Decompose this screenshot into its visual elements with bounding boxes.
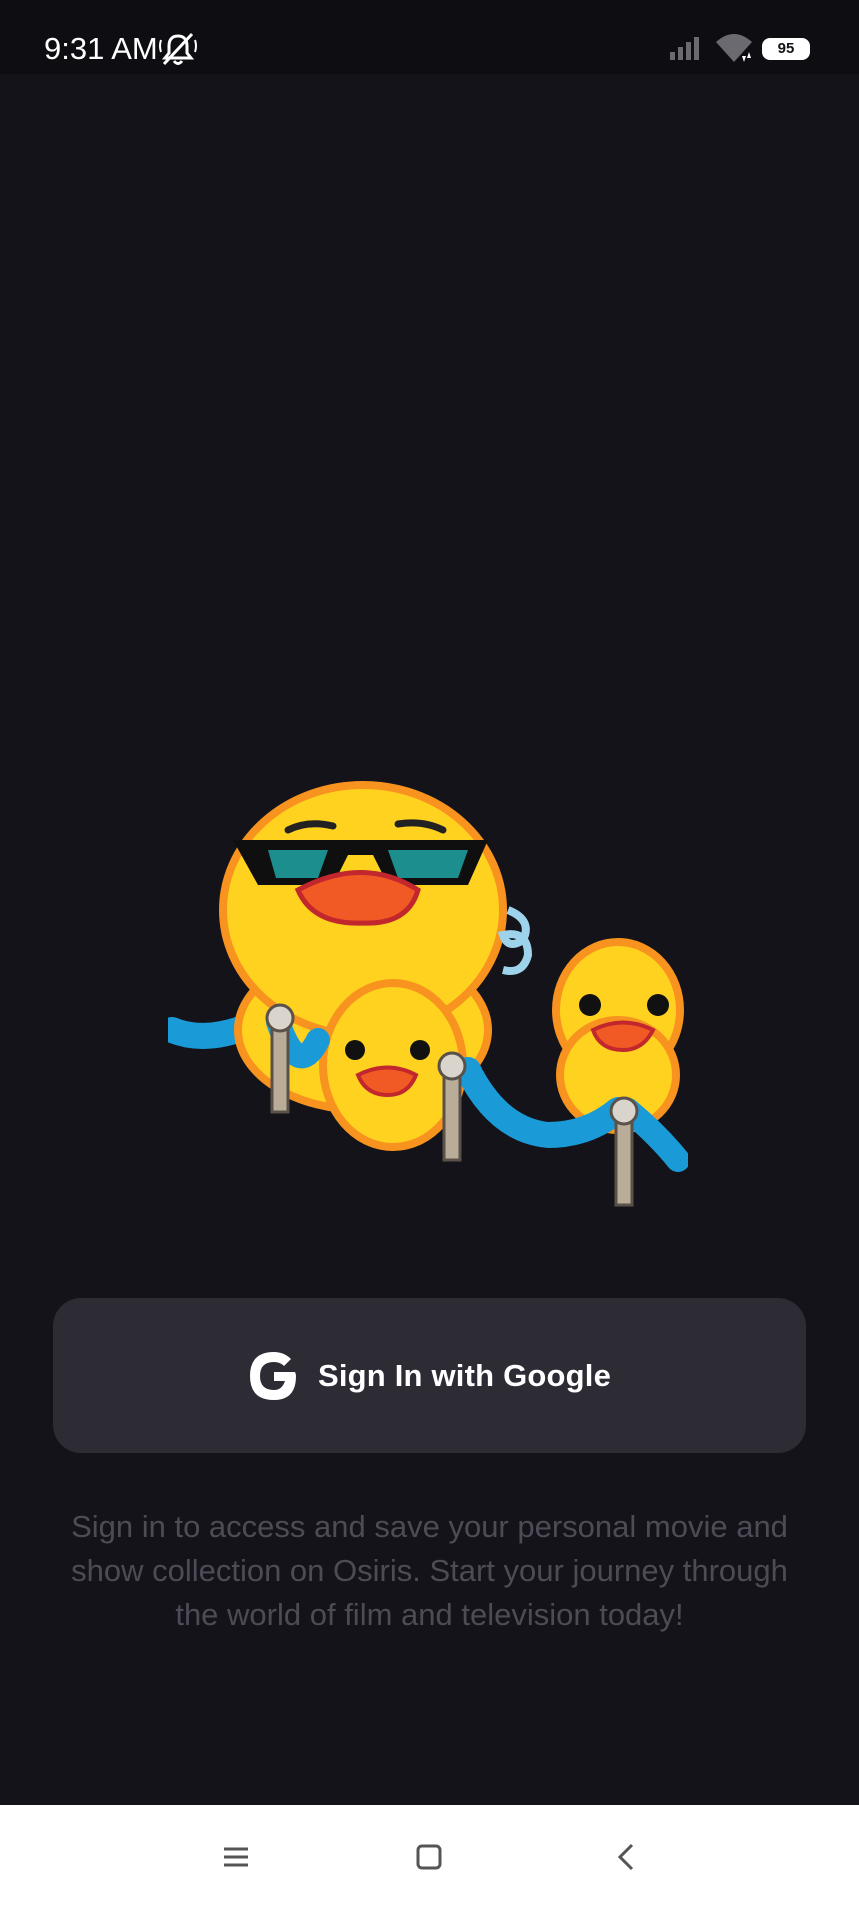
sign-in-with-google-button[interactable]: Sign In with Google [53,1298,806,1453]
sign-in-button-label: Sign In with Google [317,1357,612,1393]
battery-icon: 95 [762,38,810,60]
sign-in-screen: 9:31 AM 95 Sign In with Google Sign in t… [0,0,859,1908]
sign-in-description: Sign in to access and save your personal… [71,1509,788,1632]
cool-ducks-illustration [168,781,688,1207]
battery-level: 95 [777,40,795,57]
wifi-icon [716,34,752,62]
back-icon[interactable] [604,1835,648,1879]
menu-icon[interactable] [214,1835,258,1879]
signal-icon [670,37,699,60]
navigation-bar [0,1805,859,1908]
notifications-muted-icon [159,32,197,66]
home-icon[interactable] [407,1835,451,1879]
status-bar: 9:31 AM 95 [0,0,859,74]
google-icon [249,1351,296,1400]
status-time: 9:31 AM [44,31,158,66]
